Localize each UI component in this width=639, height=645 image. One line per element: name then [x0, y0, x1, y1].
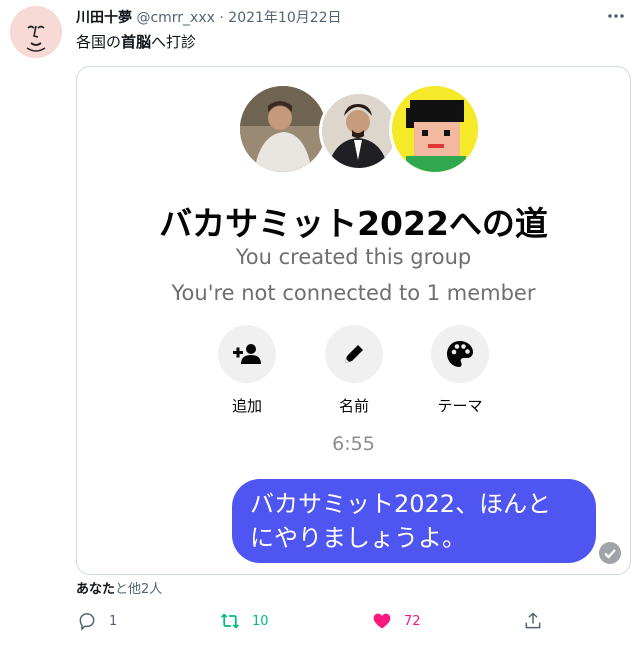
share-button[interactable] [523, 610, 543, 632]
liked-by-text[interactable]: あなたと他2人 [76, 578, 162, 597]
retweet-icon [221, 613, 239, 629]
face-doodle-icon [10, 6, 62, 58]
tweet-header: 川田十夢 @cmrr_xxx · 2021年10月22日 [76, 7, 599, 29]
theme-button[interactable] [431, 325, 489, 383]
author-avatar[interactable] [10, 6, 62, 58]
tweet-text-pre: 各国の [76, 33, 122, 51]
group-avatars [237, 83, 481, 175]
name-label: 名前 [338, 397, 369, 415]
name-action[interactable]: 名前 [314, 325, 394, 416]
add-label: 追加 [231, 397, 262, 415]
tweet-text: 各国の首脳へ打診 [76, 31, 196, 53]
more-options-icon[interactable] [605, 8, 627, 24]
add-button[interactable] [218, 325, 276, 383]
group-title: バカサミット2022への道 [159, 204, 548, 243]
like-button[interactable]: 72 [372, 610, 421, 632]
author-name[interactable]: 川田十夢 [76, 10, 132, 26]
member-pixel-avatar [389, 83, 481, 175]
message-time: 6:55 [332, 433, 375, 455]
message-line-1: バカサミット2022、ほんと [250, 490, 552, 518]
message-bubble: バカサミット2022、ほんと にやりましょうよ。 [232, 479, 596, 563]
theme-label: テーマ [437, 397, 483, 415]
meta-separator: · [214, 10, 229, 26]
heart-filled-icon [373, 613, 391, 629]
like-count: 72 [404, 613, 421, 629]
liked-by-you: あなた [76, 582, 116, 597]
read-receipt-icon [598, 541, 622, 565]
author-handle[interactable]: @cmrr_xxx [136, 10, 214, 26]
palette-icon [447, 341, 473, 367]
message-line-2: にやりましょうよ。 [250, 524, 466, 552]
share-icon [525, 612, 541, 629]
pencil-icon [345, 345, 363, 363]
tweet-date[interactable]: 2021年10月22日 [228, 10, 341, 26]
not-connected-text: You're not connected to 1 member [171, 281, 536, 305]
reply-icon [79, 613, 95, 631]
theme-action[interactable]: テーマ [420, 325, 500, 416]
add-member-action[interactable]: 追加 [207, 325, 287, 416]
liked-by-others: と他2人 [115, 582, 163, 597]
member-photo-2 [319, 91, 399, 171]
add-person-icon [233, 344, 261, 364]
reply-button[interactable]: 1 [77, 610, 117, 632]
member-photo-1 [237, 83, 329, 175]
reply-count: 1 [109, 613, 118, 629]
created-group-text: You created this group [235, 245, 472, 269]
name-button[interactable] [325, 325, 383, 383]
retweet-button[interactable]: 10 [220, 610, 269, 632]
tweet-text-bold: 首脳 [121, 33, 152, 51]
retweet-count: 10 [252, 613, 269, 629]
tweet-media-image[interactable]: バカサミット2022への道 You created this group You… [76, 66, 631, 575]
tweet-text-post: へ打診 [151, 33, 197, 51]
